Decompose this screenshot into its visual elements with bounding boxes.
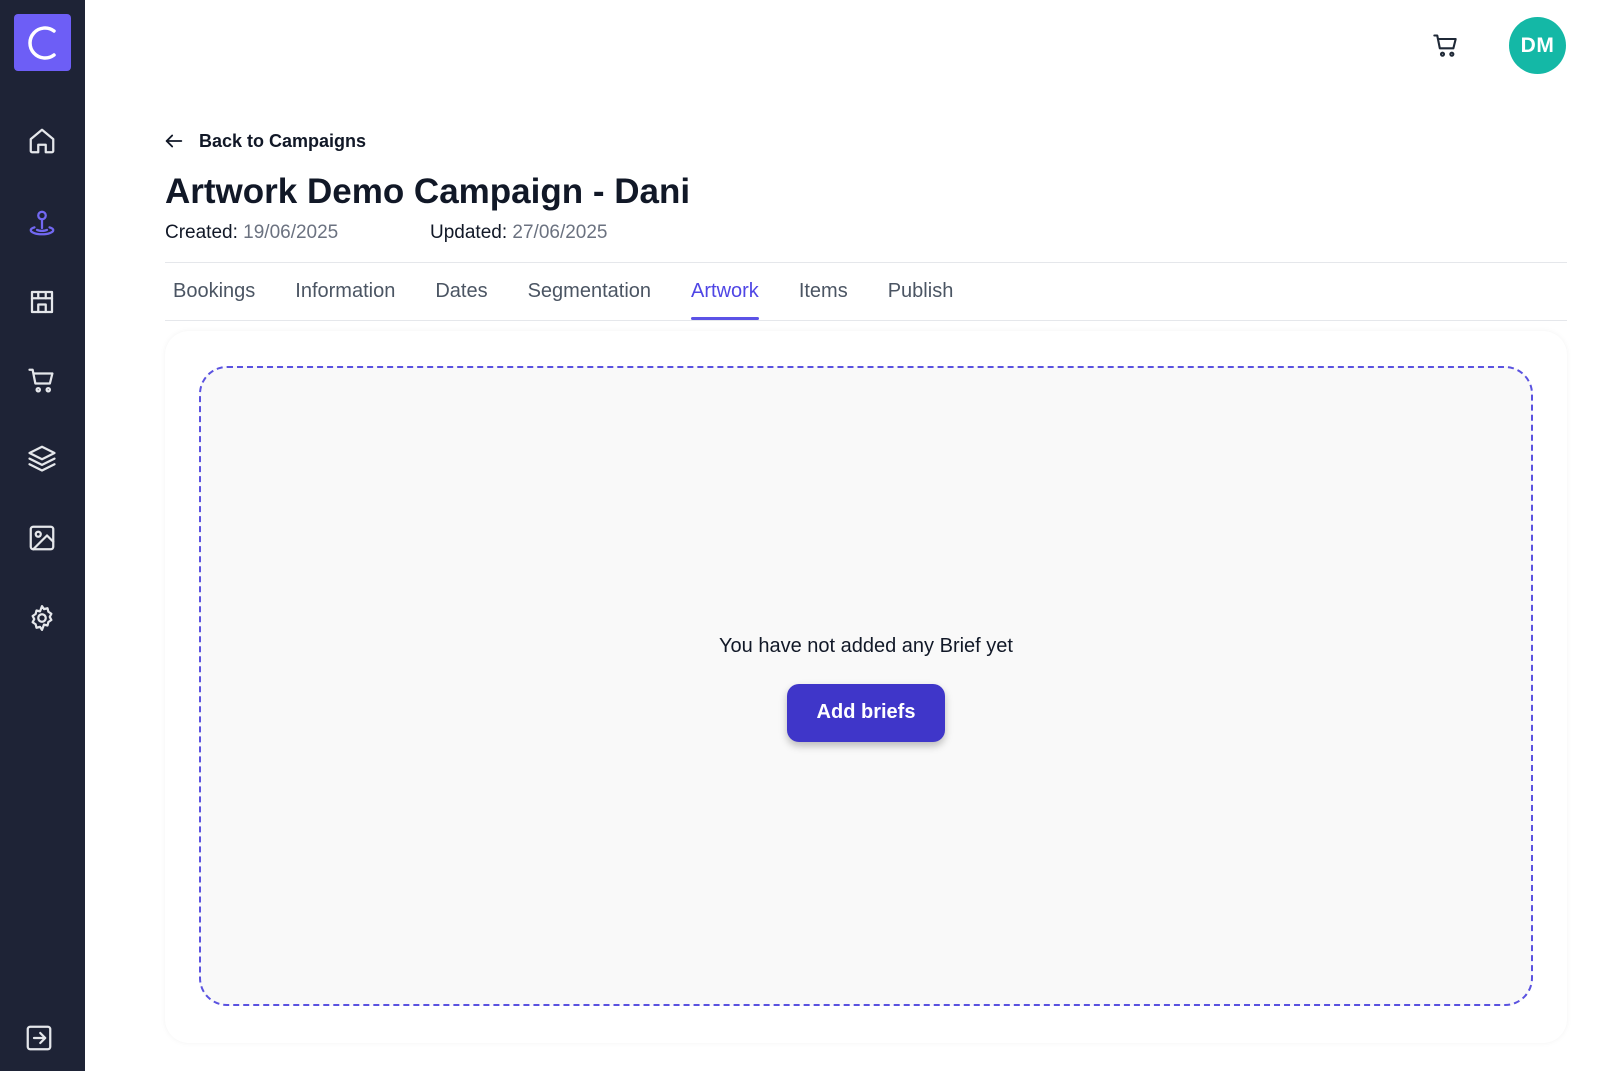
tab-items[interactable]: Items [799, 262, 848, 320]
created-date: Created: 19/06/2025 [165, 222, 338, 244]
home-icon[interactable] [22, 121, 62, 161]
avatar[interactable]: DM [1509, 17, 1566, 74]
logo-glyph [27, 25, 56, 60]
updated-value: 27/06/2025 [512, 222, 608, 243]
tab-segmentation[interactable]: Segmentation [528, 262, 651, 320]
artwork-card: You have not added any Brief yet Add bri… [165, 331, 1567, 1043]
created-label: Created: [165, 222, 238, 243]
cart-icon[interactable] [22, 361, 62, 401]
divider [165, 320, 1567, 321]
tab-bookings[interactable]: Bookings [173, 262, 255, 320]
store-icon[interactable] [22, 282, 62, 322]
tab-information[interactable]: Information [295, 262, 395, 320]
updated-date: Updated: 27/06/2025 [430, 222, 608, 244]
gear-icon[interactable] [22, 598, 62, 638]
briefs-empty-state: You have not added any Brief yet Add bri… [199, 366, 1533, 1006]
created-value: 19/06/2025 [243, 222, 339, 243]
tab-bar: Bookings Information Dates Segmentation … [165, 262, 953, 320]
image-icon[interactable] [22, 518, 62, 558]
sidebar [0, 0, 85, 1071]
logout-icon[interactable] [19, 1018, 59, 1058]
c-logo-icon[interactable] [14, 14, 71, 71]
campaign-pin-icon[interactable] [22, 203, 62, 243]
back-to-campaigns-link[interactable]: Back to Campaigns [163, 128, 366, 154]
tab-publish[interactable]: Publish [888, 262, 954, 320]
add-briefs-button[interactable]: Add briefs [787, 683, 945, 742]
updated-label: Updated: [430, 222, 508, 243]
tab-artwork[interactable]: Artwork [691, 262, 759, 320]
cart-icon[interactable] [1430, 30, 1462, 62]
page-title: Artwork Demo Campaign - Dani [165, 172, 691, 211]
back-link-label: Back to Campaigns [199, 130, 367, 151]
arrow-left-icon [165, 134, 183, 148]
layers-icon[interactable] [22, 438, 62, 478]
empty-message: You have not added any Brief yet [719, 634, 1013, 657]
tab-dates[interactable]: Dates [435, 262, 487, 320]
